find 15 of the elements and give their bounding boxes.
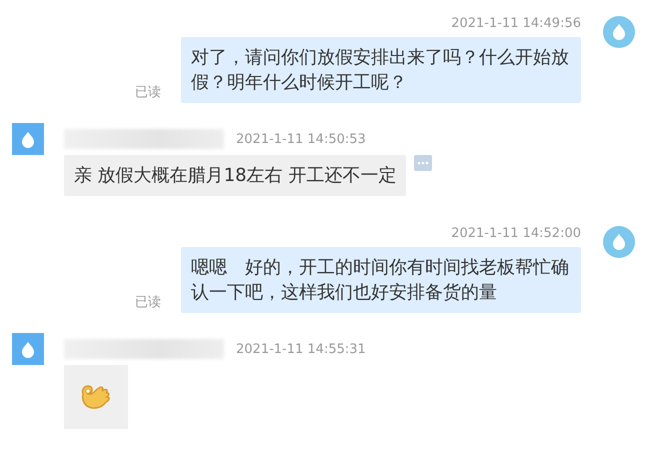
message-bubble: 对了，请问你们放假安排出来了吗？什么开始放假？明年什么时候开工呢？ xyxy=(181,37,581,103)
message-time: 2021-1-11 14:52:00 xyxy=(451,226,581,241)
message-bubble: 嗯嗯 好的，开工的时间你有时间找老板帮忙确认一下吧，这样我们也好安排备货的量 xyxy=(181,247,581,313)
read-status: 已读 xyxy=(135,84,161,101)
more-icon[interactable] xyxy=(414,155,432,171)
avatar-icon xyxy=(12,123,44,155)
message-bubble: 亲 放假大概在腊月18左右 开工还不一定 xyxy=(64,155,406,196)
ok-hand-icon xyxy=(79,382,113,412)
avatar-icon xyxy=(603,16,635,48)
message-time: 2021-1-11 14:55:31 xyxy=(236,342,366,356)
message-time: 2021-1-11 14:49:56 xyxy=(451,16,581,31)
read-status: 已读 xyxy=(135,294,161,311)
message-time: 2021-1-11 14:50:53 xyxy=(236,132,366,146)
avatar-icon xyxy=(603,226,635,258)
avatar-icon xyxy=(12,333,44,365)
